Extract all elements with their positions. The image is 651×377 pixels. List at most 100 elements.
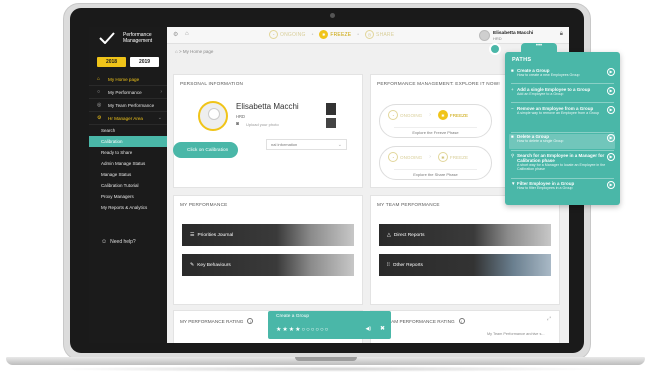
laptop-notch [295,357,357,361]
path-item-add-employee[interactable]: + Add a single Employee to a Group Add a… [509,87,615,96]
path-item-delete-group[interactable]: ■ Delete a Group How to delete a single … [509,134,615,149]
play-icon[interactable]: ▶ [607,134,615,142]
phase-label: ONGOING [400,112,423,118]
home-icon[interactable]: ⌂ [175,49,178,54]
sidebar-item-home[interactable]: ⌂ My Home page [89,73,167,86]
sidebar-item-hr-manager-area[interactable]: ⚙ Hr Manager Area ⌄ [89,112,167,125]
path-item-create-group[interactable]: ■ Create a Group How to create a new Emp… [509,68,615,77]
path-item-filter-employee[interactable]: ▼ Filter Employee in a Group How to filt… [509,181,615,190]
sidebar-sub-manage-status[interactable]: Manage Status [89,169,167,180]
user-name: Elisabetta Macchi [493,30,534,36]
sidebar-sub-proxy-managers[interactable]: Proxy Managers [89,191,167,202]
sidebar-item-label: Hr Manager Area [108,115,143,121]
explore-share-link[interactable]: Explore the Share Phase [394,169,477,177]
close-icon[interactable]: ✖ [380,325,385,332]
arrow-right-icon: › [429,154,431,160]
tile-label: Priorities Journal [197,232,234,238]
app-logo[interactable]: Performance Management [99,32,152,44]
sidebar-sub-calibration-tutorial[interactable]: Calibration Tutorial [89,180,167,191]
card-title: PERSONAL INFORMATION [180,81,244,86]
sidebar-item-my-performance[interactable]: ○ My Performance › [89,86,167,99]
play-icon[interactable]: ▶ [607,87,615,95]
phase-share: ◷ SHARE [365,30,394,39]
logo-line-2: Management [123,38,153,44]
phase-freeze: ✱ FREEZE [437,152,468,162]
explore-share-box[interactable]: ◔ ONGOING › ✱ FREEZE Explore the Share Pha… [379,146,492,180]
play-icon[interactable]: ▶ [607,68,615,76]
phase-freeze: ✱ FREEZE [319,30,351,39]
sidebar-sub-ready-to-share[interactable]: Ready to Share [89,147,167,158]
sidebar-sub-search[interactable]: Search [89,125,167,136]
sidebar-sub-calibration[interactable]: Calibration [89,136,167,147]
explore-freeze-box[interactable]: ◔ ONGOING › ✱ FREEZE Explore the Freeze Ph… [379,104,492,138]
info-icon[interactable]: i [458,318,465,324]
explore-freeze-link[interactable]: Explore the Freeze Phase [394,127,477,135]
path-item-remove-employee[interactable]: − Remove an Employee from a Group A simp… [509,106,615,115]
behaviour-icon: ✎ [190,262,195,268]
dropdown-value: nal information [271,142,298,147]
group-icon: ■ [511,68,514,73]
priorities-journal-tile[interactable]: ☰ Priorities Journal [182,224,354,246]
more-options-icon[interactable]: ••• [521,43,557,52]
expand-icon[interactable]: ⤢ [547,316,551,322]
upload-photo-link[interactable]: Upload your photo [246,122,279,127]
phase-freeze: ✱ FREEZE [437,110,468,120]
card-title: PERFORMANCE MANAGEMENT: EXPLORE IT NOW! [377,81,500,86]
phase-label: SHARE [376,31,395,38]
lock-icon[interactable]: 🔒︎ [560,31,563,38]
team-performance-card: MY TEAM PERFORMANCE △ Direct Reports ⁞⁞ Ot… [370,195,560,305]
info-icon[interactable]: i [247,318,254,324]
direct-reports-tile[interactable]: △ Direct Reports [379,224,551,246]
sidebar-item-label: My Performance [108,89,142,95]
home-icon[interactable]: ⌂ [185,31,189,37]
help-link[interactable]: ☺ Need help? [101,239,136,245]
other-reports-tile[interactable]: ⁞⁞ Other Reports [379,254,551,276]
phase-separator: • [357,31,360,38]
user-menu[interactable]: Elisabetta Macchi HRD 🔒︎ [479,27,569,44]
phase-label: ONGOING [280,31,306,38]
settings-icon[interactable]: ⚙ [173,31,178,38]
phase-label: ONGOING [400,154,423,160]
path-item-search-employee[interactable]: ⚲ Search for an Employee in a Manager fo… [509,153,615,171]
tour-tooltip: Click on Calibration [173,142,239,158]
key-behaviours-tile[interactable]: ✎ Key Behaviours [182,254,354,276]
tile-label: Key Behaviours [197,262,231,268]
sidebar-item-team-performance[interactable]: ◎ My Team Performance [89,99,167,112]
divider [511,132,614,133]
chevron-right-icon: › [160,89,162,95]
remove-user-icon: − [511,106,514,111]
volume-icon[interactable]: ◀) [365,326,371,332]
gear-icon: ⚙ [97,115,102,121]
laptop-shadow [40,366,611,372]
play-icon[interactable]: ▶ [607,106,615,114]
team-icon: ◎ [97,102,102,108]
play-icon[interactable]: ▶ [607,181,615,189]
add-user-icon: + [511,87,514,92]
camera-icon[interactable]: ◙ [236,121,239,127]
personal-info-dropdown[interactable]: nal information ⌄ [266,139,347,150]
app-screen: Performance Management 2018 2019 ⌂ My Hom… [89,27,569,343]
checkmark-logo-icon [99,32,115,44]
year-2019-button[interactable]: 2019 [130,57,159,67]
document-icon[interactable] [326,103,336,115]
path-subtitle: Add an Employee to a Group [517,92,564,96]
tile-label: Direct Reports [393,232,425,238]
divider [511,178,614,179]
phase-indicator: ◔ ONGOING • ✱ FREEZE • ◷ SHARE [269,30,394,39]
card-title: MY TEAM PERFORMANCE [377,202,440,207]
play-icon[interactable]: ▶ [607,153,615,161]
profile-photo[interactable] [198,101,228,131]
tour-progress: ★★★★○○○○○○ [276,327,330,333]
divider [511,83,614,84]
phase-ongoing: ◔ ONGOING [388,110,422,120]
tour-title: Create a Group [276,314,310,319]
share-icon[interactable] [326,118,336,128]
path-title: Search for an Employee in a Manager for … [517,153,605,163]
path-subtitle: How to delete a single Group [517,139,564,143]
sidebar-sub-admin-manage-status[interactable]: Admin Manage Status [89,158,167,169]
help-label: Need help? [110,239,136,245]
sidebar-sub-reports-analytics[interactable]: My Reports & Analytics [89,202,167,213]
year-2018-button[interactable]: 2018 [97,57,126,67]
path-subtitle: How to filter Employees in a Group [517,186,573,190]
team-performance-rating-caption: My Team Performance archive s... [487,332,545,336]
